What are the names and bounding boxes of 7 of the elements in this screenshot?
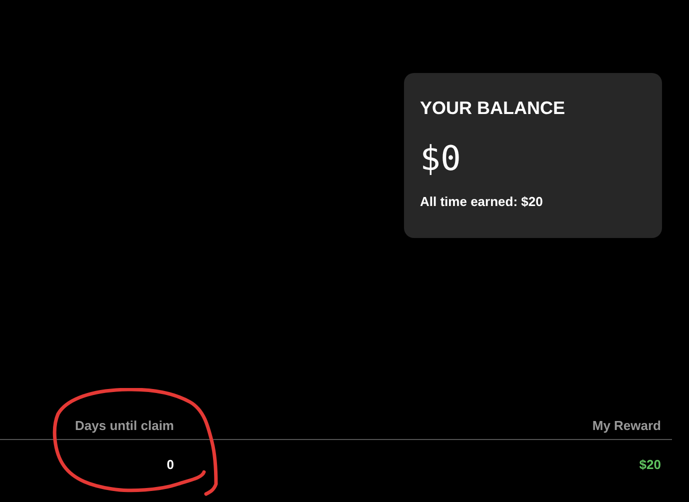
column-header: My Reward — [592, 418, 661, 433]
balance-amount: $0 — [420, 139, 462, 179]
column-header: Days until claim — [74, 418, 174, 433]
table-cell-text: 0 — [166, 456, 174, 472]
all-time-earned: All time earned: $20 — [420, 194, 544, 210]
card-title: YOUR BALANCE — [420, 97, 566, 119]
table-cell: $20 — [639, 456, 661, 472]
